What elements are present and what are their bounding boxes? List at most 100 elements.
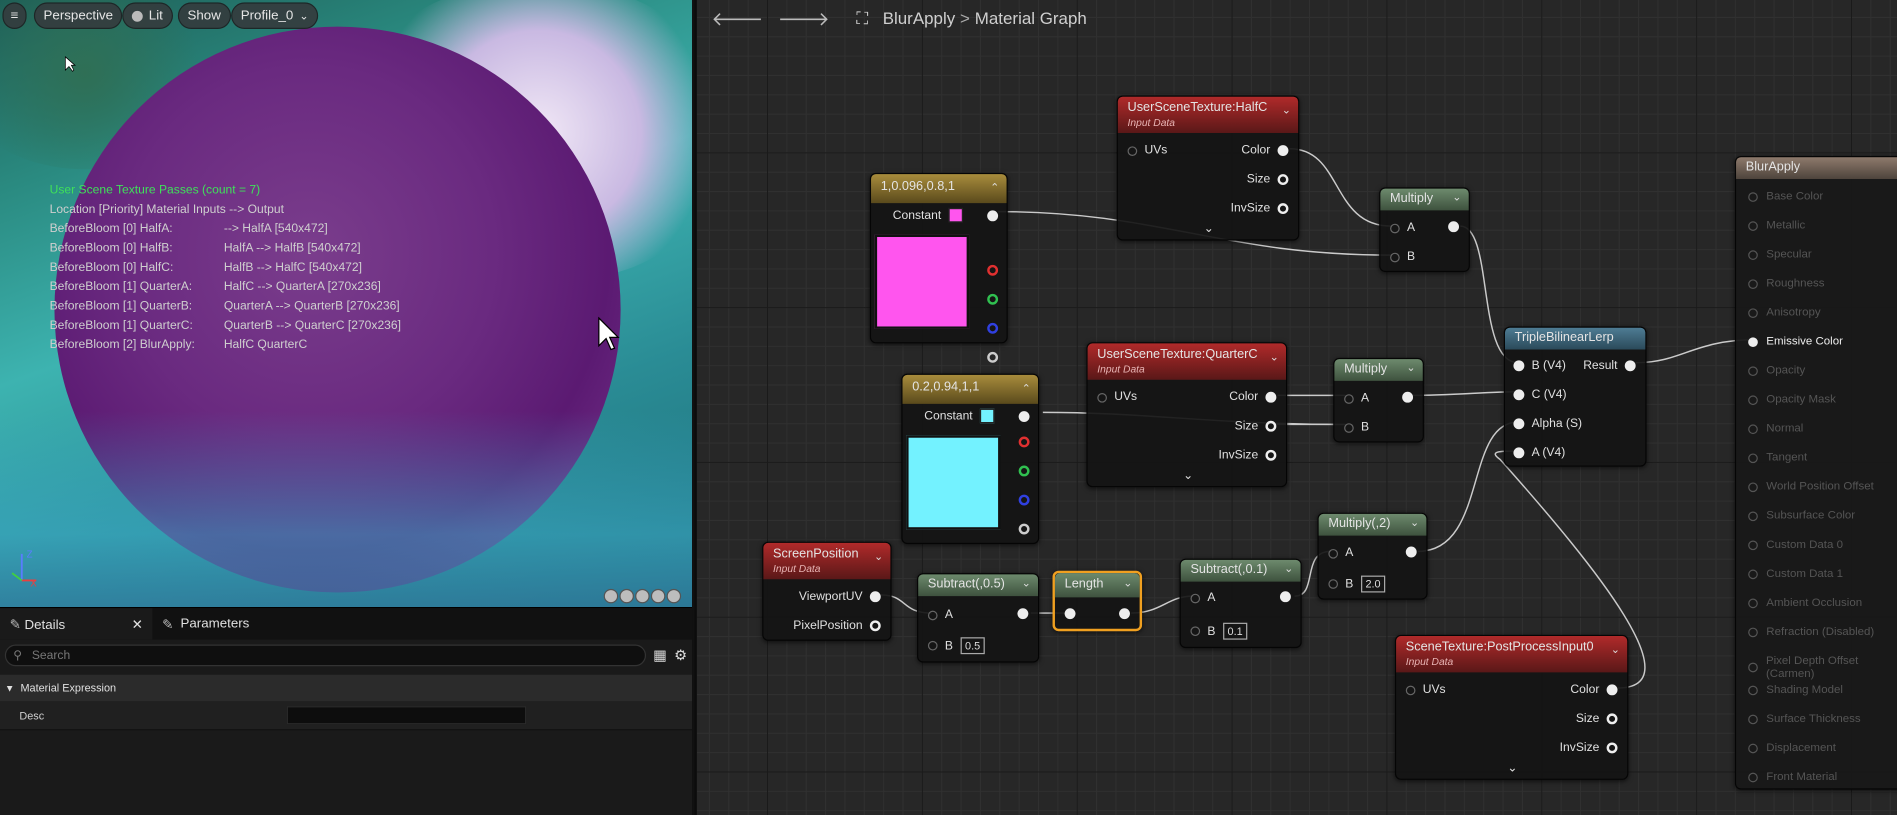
pin-result[interactable]: Result [1583, 359, 1636, 372]
b-value-field[interactable]: 0.5 [960, 637, 986, 655]
result-pin[interactable]: Anisotropy [1748, 306, 1821, 319]
pin-r[interactable] [987, 264, 999, 276]
result-pin[interactable]: Displacement [1748, 741, 1836, 755]
pin-g[interactable] [987, 293, 999, 305]
pin-b[interactable]: B [1344, 421, 1369, 434]
lit-button[interactable]: Lit [122, 2, 173, 30]
result-pin[interactable]: Opacity [1748, 364, 1805, 377]
chevron-down-icon[interactable]: ⌄ [1406, 362, 1415, 375]
node-triple-bilinear-lerp[interactable]: TripleBilinearLerp B (V4) Result C (V4) … [1503, 326, 1647, 467]
result-pin[interactable]: Metallic [1748, 219, 1805, 232]
profile-dropdown[interactable]: Profile_0 ⌄ [231, 2, 319, 30]
result-pin[interactable]: Base Color [1748, 190, 1823, 203]
pin-invsize[interactable]: InvSize [1219, 449, 1277, 462]
viewport-menu-button[interactable]: ≡ [2, 2, 27, 30]
chevron-down-icon[interactable]: ⌄ [1611, 643, 1620, 656]
forward-arrow-icon[interactable]: 🡒 [778, 5, 830, 30]
chevron-down-icon[interactable]: ⌄ [1284, 562, 1293, 575]
chevron-down-icon[interactable]: ⌄ [1204, 222, 1214, 235]
viewport-stat-icons[interactable] [603, 588, 682, 604]
result-pin[interactable]: Subsurface Color [1748, 509, 1855, 522]
pin-size[interactable]: Size [1247, 173, 1289, 186]
pin-viewport-uv[interactable]: ViewportUV [799, 590, 881, 603]
pin-size[interactable]: Size [1576, 712, 1618, 726]
level-viewport[interactable]: ≡ Perspective Lit Show Profile_0 ⌄ User S… [0, 0, 693, 608]
pin-output[interactable] [1119, 608, 1130, 620]
result-pin[interactable]: World Position Offset [1748, 480, 1874, 493]
node-scene-texture-postprocess[interactable]: SceneTexture:PostProcessInput0 Input Data… [1394, 634, 1629, 780]
pin-a[interactable] [1018, 523, 1030, 535]
pin-input[interactable] [1064, 608, 1076, 620]
pin-b[interactable]: B 2.0 [1328, 575, 1386, 593]
b-value-field[interactable]: 2.0 [1360, 575, 1386, 593]
chevron-down-icon[interactable]: ⌄ [1507, 762, 1517, 775]
pin-uvs[interactable]: UVs [1127, 144, 1167, 157]
pin-a[interactable]: A [1328, 547, 1353, 560]
result-pin[interactable]: Pixel Depth Offset (Carmen) [1748, 654, 1897, 681]
chevron-down-icon[interactable]: ⌄ [1452, 191, 1461, 204]
result-pin[interactable]: Specular [1748, 248, 1812, 261]
pin-b[interactable] [987, 322, 999, 334]
chevron-up-icon[interactable]: ⌃ [1022, 382, 1031, 395]
result-pin[interactable]: Surface Thickness [1748, 712, 1861, 726]
pin-size[interactable]: Size [1235, 420, 1277, 433]
chevron-up-icon[interactable]: ⌃ [990, 181, 999, 194]
pin-color[interactable]: Color [1570, 683, 1618, 696]
pin-uvs[interactable]: UVs [1097, 391, 1137, 404]
result-pin[interactable]: Tangent [1748, 451, 1807, 464]
gear-icon[interactable]: ⚙ [674, 647, 687, 664]
section-material-expression[interactable]: ▼ Material Expression [0, 674, 693, 702]
table-view-icon[interactable]: ▦ [653, 647, 667, 664]
chevron-down-icon[interactable]: ⌄ [1123, 577, 1132, 590]
pin-b-v4[interactable]: B (V4) [1513, 359, 1566, 372]
node-length[interactable]: Length ⌄ [1052, 570, 1143, 632]
node-constant-cyan[interactable]: 0.2,0.94,1,1 ⌃ Constant [901, 373, 1040, 545]
b-value-field[interactable]: 0.1 [1222, 622, 1248, 640]
breadcrumb[interactable]: Material Graph [975, 8, 1087, 27]
node-multiply-2[interactable]: Multiply ⌄ A B [1333, 357, 1424, 443]
pin-a[interactable] [987, 351, 999, 363]
node-constant-pink[interactable]: 1,0.096,0.8,1 ⌃ Constant [869, 172, 1008, 363]
close-icon[interactable]: ✕ [132, 616, 143, 632]
node-screen-position[interactable]: ScreenPosition Input Data ⌄ ViewportUV Pix… [762, 541, 892, 641]
show-button[interactable]: Show [177, 2, 231, 30]
result-pin[interactable]: Front Material [1748, 770, 1837, 784]
pin-invsize[interactable]: InvSize [1560, 741, 1618, 755]
pin-invsize[interactable]: InvSize [1231, 202, 1289, 215]
node-subtract-0-1[interactable]: Subtract(,0.1) ⌄ A B 0.1 [1179, 558, 1302, 649]
tab-parameters[interactable]: ✎ Parameters [152, 608, 259, 639]
pin-a[interactable]: A [1390, 221, 1415, 235]
chevron-down-icon[interactable]: ⌄ [874, 550, 883, 563]
pin-a[interactable]: A [1344, 392, 1369, 405]
desc-field[interactable] [286, 706, 527, 725]
pin-b[interactable]: B [1390, 250, 1415, 264]
constant-color-chip[interactable] [979, 408, 995, 424]
pin-pixel-position[interactable]: PixelPosition [793, 619, 881, 632]
pin-a[interactable]: A [1190, 591, 1215, 605]
pin-output[interactable] [1405, 546, 1417, 558]
result-pin[interactable]: Custom Data 0 [1748, 538, 1843, 551]
node-subtract-0-5[interactable]: Subtract(,0.5) ⌄ A B 0.5 [917, 573, 1040, 663]
result-pin[interactable]: Opacity Mask [1748, 393, 1836, 406]
pin-output[interactable] [1017, 608, 1029, 620]
pin-c-v4[interactable]: C (V4) [1513, 388, 1567, 401]
node-result-blurapply[interactable]: BlurApply Base Color Metallic Specular Roug… [1734, 155, 1897, 790]
tab-details[interactable]: ✎ Details ✕ [0, 608, 153, 640]
node-multiply-1[interactable]: Multiply ⌄ A B [1379, 187, 1470, 273]
node-user-scene-texture-halfc[interactable]: UserSceneTexture:HalfC Input Data ⌄ UVs Co… [1116, 95, 1300, 241]
pin-g[interactable] [1018, 465, 1030, 477]
pin-b[interactable] [1018, 494, 1030, 506]
graph-title[interactable]: BlurApply [883, 8, 955, 27]
pin-output[interactable] [1402, 391, 1414, 403]
chevron-down-icon[interactable]: ⌄ [1183, 469, 1193, 482]
search-input[interactable]: ⚲ Search [4, 644, 646, 667]
constant-color-chip[interactable] [948, 207, 964, 223]
pin-b[interactable]: B 0.1 [1190, 622, 1248, 640]
pin-output[interactable] [1279, 591, 1291, 603]
pin-uvs[interactable]: UVs [1405, 683, 1446, 696]
chevron-down-icon[interactable]: ⌄ [1282, 104, 1291, 117]
result-pin[interactable]: Emissive Color [1748, 335, 1843, 348]
node-user-scene-texture-quarterc[interactable]: UserSceneTexture:QuarterC Input Data ⌄ UVs… [1086, 342, 1288, 488]
chevron-down-icon[interactable]: ⌄ [1022, 577, 1031, 590]
pin-a-v4[interactable]: A (V4) [1513, 446, 1565, 459]
